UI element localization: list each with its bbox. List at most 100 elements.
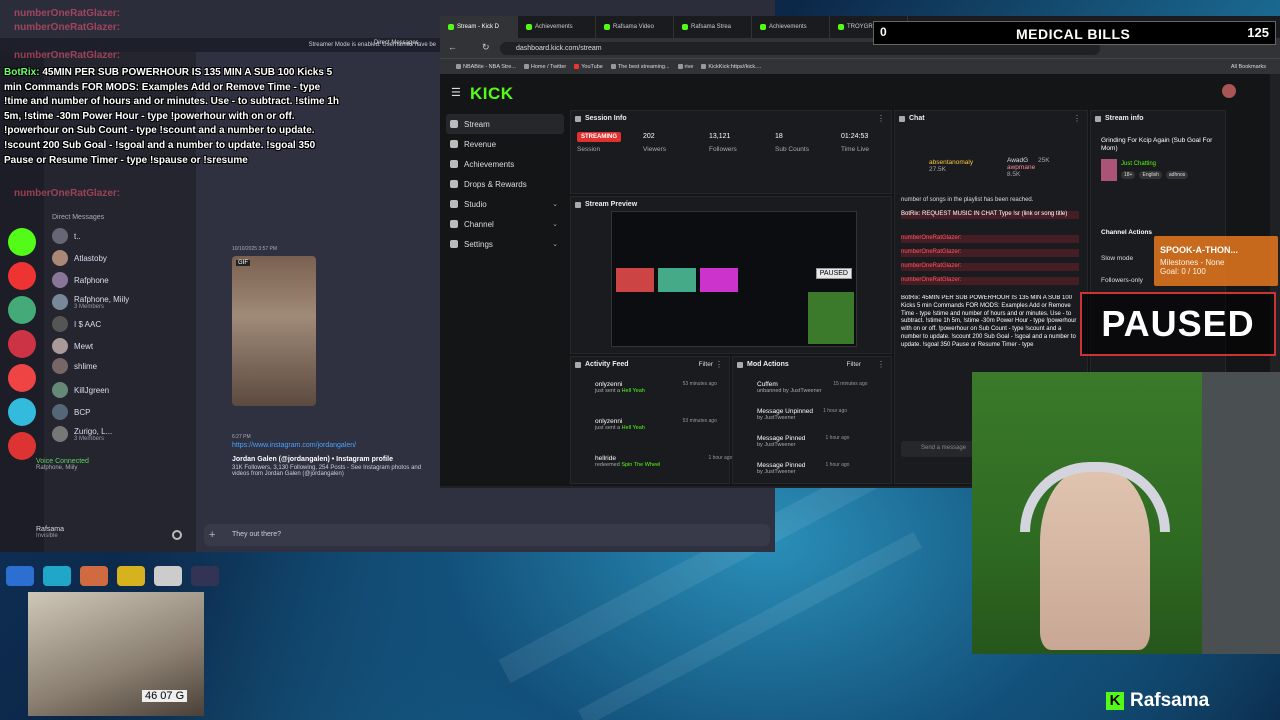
mod-action-item[interactable]: Message Pinned by JustTweener 1 hour ago (757, 462, 849, 475)
stream-title[interactable]: Grinding For Kcip Again (Sub Goal For Mo… (1101, 137, 1223, 153)
stat-followers: 13,121 Followers (709, 133, 737, 153)
all-bookmarks[interactable]: All Bookmarks (1231, 64, 1266, 70)
goal-target: 125 (1247, 25, 1269, 40)
browser-tab[interactable]: Stream - Kick D (440, 16, 518, 38)
avatar[interactable] (1222, 84, 1236, 98)
more-icon[interactable]: ⋮ (1073, 114, 1081, 123)
avatar (52, 404, 68, 420)
avatar (52, 228, 68, 244)
bookmark-icon (456, 64, 461, 69)
user-panel[interactable]: Rafsama Invisible (36, 526, 64, 539)
bookmark-item[interactable]: Home / Twitter (523, 64, 566, 70)
voice-status[interactable]: Voice Connected Rafphone, Miily (36, 458, 89, 471)
tag[interactable]: English (1139, 171, 1162, 179)
app-icon[interactable] (43, 566, 71, 586)
bookmark-item[interactable]: NBABite - NBA Stre... (456, 64, 516, 70)
activity-item[interactable]: hellride redeemed Spin The Wheel 1 hour … (595, 455, 732, 468)
sidebar-item-stream[interactable]: Stream (446, 114, 564, 134)
gif-badge: GIF (236, 260, 250, 266)
browser-tab[interactable]: Rafsama Strea (674, 16, 752, 38)
sidebar-item-channel[interactable]: Channel ⌄ (446, 214, 564, 234)
more-icon[interactable]: ⋮ (877, 360, 885, 369)
tag[interactable]: adhnos (1165, 171, 1189, 179)
browser-tab[interactable]: Achievements (752, 16, 830, 38)
stream-preview-video[interactable]: PAUSED (611, 211, 857, 347)
stat-session: STREAMING Session (577, 132, 621, 153)
more-icon[interactable]: ⋮ (877, 114, 885, 123)
message-timestamp: 6:27 PM (232, 434, 251, 440)
dm-item[interactable]: KillJgreen (52, 380, 190, 400)
chat-message: numberOneRatGlazer: (901, 249, 1079, 257)
app-icon[interactable] (6, 566, 34, 586)
stream-category[interactable]: Just Chatting (1121, 161, 1156, 167)
filter-button[interactable]: Filter (699, 361, 713, 368)
sidebar-item-settings[interactable]: Settings ⌄ (446, 234, 564, 254)
app-icon[interactable] (191, 566, 219, 586)
avatar (52, 338, 68, 354)
chat-message: numberOneRatGlazer: (901, 263, 1079, 271)
server-icon[interactable] (8, 398, 36, 426)
kick-favicon-icon (604, 24, 610, 30)
dm-item[interactable]: Atlastoby (52, 248, 190, 268)
tag[interactable]: 18+ (1121, 171, 1136, 179)
app-icon[interactable] (80, 566, 108, 586)
server-icon[interactable] (8, 330, 36, 358)
bookmark-item[interactable]: KickKick:https//kick.... (701, 64, 761, 70)
sidebar-item-drops[interactable]: Drops & Rewards (446, 174, 564, 194)
mod-action-item[interactable]: Message Pinned by JustTweener 1 hour ago (757, 435, 849, 448)
server-icon[interactable] (8, 262, 36, 290)
panel-title: Stream Preview (585, 201, 638, 208)
browser-tab[interactable]: Achievements (518, 16, 596, 38)
stat-time-live: 01:24:53 Time Live (841, 133, 869, 153)
server-icon[interactable] (8, 364, 36, 392)
server-icon[interactable] (8, 432, 36, 460)
server-icon[interactable] (8, 228, 36, 256)
dm-item[interactable]: Zurigo, L... 3 Members (52, 424, 190, 444)
sidebar-item-revenue[interactable]: Revenue (446, 134, 564, 154)
activity-item[interactable]: onlyzenni just sent a Hell Yeah 53 minut… (595, 381, 717, 394)
dm-item[interactable]: Rafphone, Miily 3 Members (52, 292, 190, 312)
kick-favicon-icon (682, 24, 688, 30)
overlay-bot-name: BotRix: (4, 67, 40, 78)
bookmark-item[interactable]: rive (677, 64, 693, 70)
reload-icon[interactable]: ↻ (482, 42, 490, 53)
overlay-chat-name: numberOneRatGlazer: (14, 188, 121, 199)
back-icon[interactable]: ← (448, 42, 457, 52)
app-icon[interactable] (154, 566, 182, 586)
dm-item[interactable]: I $ AAC (52, 314, 190, 334)
info-icon (575, 116, 581, 122)
dm-item[interactable]: shlime (52, 356, 190, 376)
dm-item[interactable]: Rafphone (52, 270, 190, 290)
gif-image[interactable] (232, 256, 316, 406)
message-input-text: They out there? (232, 531, 282, 538)
message-input[interactable] (204, 524, 770, 546)
bookmark-item[interactable]: The best streaming... (610, 64, 670, 70)
slow-mode-toggle[interactable]: Slow mode (1101, 255, 1133, 262)
settings-icon[interactable] (172, 530, 182, 540)
kick-logo[interactable]: KICK (470, 84, 514, 104)
browser-tab[interactable]: Rafsama Video (596, 16, 674, 38)
mod-actions-panel: Mod Actions Filter ⋮ Cuffem unbanned by J… (732, 356, 892, 484)
dm-item[interactable]: t.. (52, 226, 190, 246)
activity-item[interactable]: onlyzenni just sent a Hell Yeah 53 minut… (595, 418, 717, 431)
attach-icon[interactable]: + (209, 529, 215, 541)
session-info-panel: Session Info ⋮ STREAMING Session 202 Viewe… (570, 110, 892, 194)
avatar (52, 382, 68, 398)
menu-icon[interactable]: ☰ (451, 86, 461, 99)
mod-action-item[interactable]: Message Unpinned by JustTweener 1 hour ago (757, 408, 847, 421)
server-icon[interactable] (8, 296, 36, 324)
sidebar-item-studio[interactable]: Studio ⌄ (446, 194, 564, 214)
sidebar-item-achievements[interactable]: Achievements (446, 154, 564, 174)
dm-item[interactable]: BCP (52, 402, 190, 422)
filter-button[interactable]: Filter (847, 361, 861, 368)
direct-messages-tab[interactable]: Direct Messages (374, 40, 419, 46)
followers-only-toggle[interactable]: Followers-only (1101, 277, 1143, 284)
dm-item[interactable]: Mewt (52, 336, 190, 356)
more-icon[interactable]: ⋮ (715, 360, 723, 369)
app-icon[interactable] (117, 566, 145, 586)
instagram-link[interactable]: https://www.instagram.com/jordangalen/ (232, 442, 356, 449)
preview-webcam (808, 292, 854, 344)
channel-icon (450, 220, 458, 228)
mod-action-item[interactable]: Cuffem unbanned by JustTweener 15 minutes … (757, 381, 868, 394)
bookmark-item[interactable]: YouTube (574, 64, 603, 70)
